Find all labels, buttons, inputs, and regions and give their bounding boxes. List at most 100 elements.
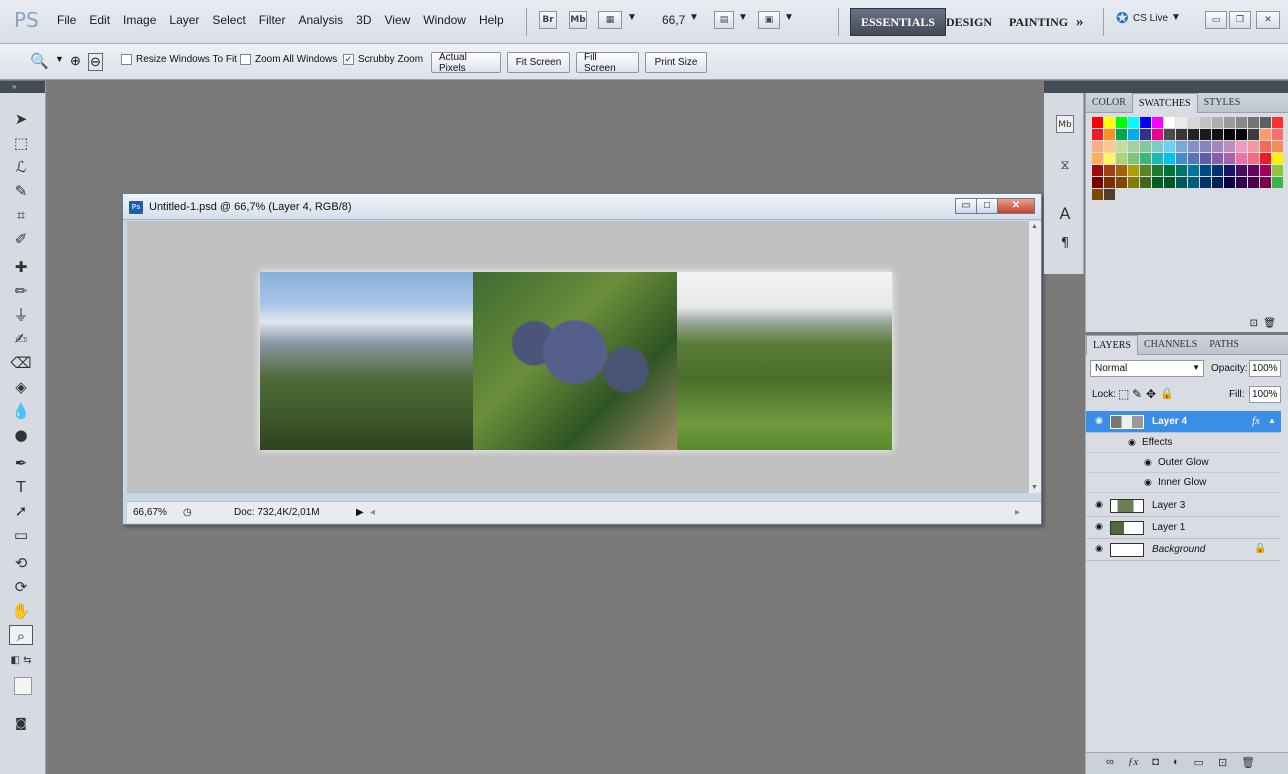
checkbox-icon[interactable] <box>121 54 132 65</box>
add-mask-icon[interactable]: ◘ <box>1152 756 1159 774</box>
visibility-eye-icon[interactable]: ◉ <box>1144 457 1152 468</box>
color-swatch[interactable] <box>1212 165 1223 176</box>
arrange-documents-icon[interactable]: ▤ <box>714 11 734 29</box>
visibility-eye-icon[interactable]: ◉ <box>1144 477 1152 488</box>
color-swatch[interactable] <box>1224 129 1235 140</box>
actual-pixels-button[interactable]: Actual Pixels <box>431 52 501 74</box>
color-swatch[interactable] <box>1116 141 1127 152</box>
color-swatch[interactable] <box>1272 153 1283 164</box>
color-swatch[interactable] <box>1092 141 1103 152</box>
marquee-tool-icon[interactable]: ⬚ <box>9 133 33 153</box>
visibility-eye-icon[interactable]: ◉ <box>1092 521 1106 534</box>
color-swatch[interactable] <box>1152 141 1163 152</box>
color-swatch[interactable] <box>1128 177 1139 188</box>
menu-file[interactable]: File <box>57 13 76 27</box>
zoom-out-icon[interactable]: ⊖ <box>88 53 103 71</box>
close-window-button[interactable]: ✕ <box>997 198 1035 214</box>
color-swatch[interactable] <box>1104 189 1115 200</box>
eraser-tool-icon[interactable]: ⌫ <box>9 353 33 373</box>
color-swatch[interactable] <box>1260 153 1271 164</box>
scroll-right-icon[interactable]: ▸ <box>1015 507 1020 518</box>
layer-row[interactable]: ◉ Background 🔒 <box>1086 539 1281 561</box>
color-swatch[interactable] <box>1248 141 1259 152</box>
color-swatch[interactable] <box>1200 117 1211 128</box>
color-swatch[interactable] <box>1104 165 1115 176</box>
color-swatch[interactable] <box>1272 117 1283 128</box>
layer-row[interactable]: ◉ Layer 3 <box>1086 495 1281 517</box>
color-swatch[interactable] <box>1200 141 1211 152</box>
lasso-tool-icon[interactable]: ℒ <box>9 157 33 177</box>
tab-layers[interactable]: LAYERS <box>1086 335 1138 355</box>
color-swatch[interactable] <box>1260 177 1271 188</box>
chevron-down-icon[interactable]: ▼ <box>627 12 637 23</box>
minibridge-panel-icon[interactable]: Mb <box>1056 115 1074 133</box>
color-swatch[interactable] <box>1224 177 1235 188</box>
zoom-level-value[interactable]: 66,7 <box>662 13 685 27</box>
color-swatch[interactable] <box>1248 117 1259 128</box>
color-swatch[interactable] <box>1236 141 1247 152</box>
hand-tool-icon[interactable]: ✋ <box>9 601 33 621</box>
color-swatch[interactable] <box>1092 117 1103 128</box>
opacity-field[interactable]: 100% <box>1249 360 1281 377</box>
layer-name[interactable]: Background <box>1152 544 1205 555</box>
move-tool-icon[interactable]: ➤ <box>9 109 33 129</box>
color-swatch[interactable] <box>1188 129 1199 140</box>
screen-mode-icon[interactable]: ▣ <box>758 11 780 29</box>
color-swatch[interactable] <box>1140 141 1151 152</box>
chevron-down-icon[interactable]: ▼ <box>55 54 64 64</box>
zoom-tool-icon[interactable]: ⌕ <box>9 625 33 645</box>
color-swatch[interactable] <box>1212 153 1223 164</box>
workspace-design[interactable]: DESIGN <box>936 8 1002 36</box>
status-menu-arrow-icon[interactable]: ▶ <box>356 507 364 518</box>
color-swatch[interactable] <box>1236 165 1247 176</box>
color-swatch[interactable] <box>1116 117 1127 128</box>
trash-icon[interactable]: 🗑 <box>1241 756 1255 774</box>
tab-styles[interactable]: STYLES <box>1198 93 1247 113</box>
fit-screen-button[interactable]: Fit Screen <box>507 52 570 73</box>
maximize-window-button[interactable]: □ <box>976 198 998 214</box>
panel-collapse-icon[interactable]: » <box>0 81 45 93</box>
menu-layer[interactable]: Layer <box>169 13 199 27</box>
brush-tool-icon[interactable]: ✏ <box>9 281 33 301</box>
lock-all-icon[interactable]: 🔒 <box>1160 387 1174 400</box>
zoom-all-windows-checkbox[interactable]: Zoom All Windows <box>240 54 337 65</box>
color-swatch[interactable] <box>1248 165 1259 176</box>
history-brush-tool-icon[interactable]: ✍ <box>9 329 33 349</box>
close-app-button[interactable]: ✕ <box>1256 11 1280 29</box>
color-swatch[interactable] <box>1236 177 1247 188</box>
color-swatch[interactable] <box>1260 141 1271 152</box>
quick-selection-tool-icon[interactable]: ✎ <box>9 181 33 201</box>
menu-analysis[interactable]: Analysis <box>298 13 343 27</box>
more-workspaces-button[interactable]: » <box>1066 8 1094 36</box>
effect-row[interactable]: ◉ Outer Glow <box>1086 453 1281 473</box>
color-swatch[interactable] <box>1128 129 1139 140</box>
view-extras-icon[interactable]: ▦ <box>598 11 622 29</box>
color-swatch[interactable] <box>1236 153 1247 164</box>
crop-tool-icon[interactable]: ⌗ <box>9 205 33 225</box>
new-swatch-icon[interactable]: ⊡ <box>1250 318 1258 329</box>
color-swatch[interactable] <box>1116 165 1127 176</box>
color-swatch[interactable] <box>1212 117 1223 128</box>
color-swatch[interactable] <box>1128 153 1139 164</box>
color-swatch[interactable] <box>1188 165 1199 176</box>
add-style-icon[interactable]: ƒx <box>1128 756 1138 774</box>
paint-bucket-tool-icon[interactable]: ◈ <box>9 377 33 397</box>
color-swatch[interactable] <box>1140 165 1151 176</box>
menu-image[interactable]: Image <box>123 13 156 27</box>
color-swatch[interactable] <box>1092 129 1103 140</box>
color-swatch[interactable] <box>1188 177 1199 188</box>
restore-app-button[interactable]: ❐ <box>1229 11 1251 29</box>
new-layer-icon[interactable]: ⊡ <box>1218 756 1227 774</box>
color-swatch[interactable] <box>1200 165 1211 176</box>
fill-field[interactable]: 100% <box>1249 386 1281 403</box>
color-swatch[interactable] <box>1272 165 1283 176</box>
color-swatch[interactable] <box>1260 165 1271 176</box>
scroll-down-icon[interactable]: ▼ <box>1031 484 1038 491</box>
character-panel-icon[interactable]: A <box>1056 205 1074 223</box>
color-swatch[interactable] <box>1236 117 1247 128</box>
color-swatch[interactable] <box>1140 177 1151 188</box>
minimize-window-button[interactable]: ▭ <box>955 198 977 214</box>
scrubby-zoom-checkbox[interactable]: ✓ Scrubby Zoom <box>343 54 423 65</box>
status-info-icon[interactable]: ◷ <box>183 507 192 518</box>
3d-orbit-tool-icon[interactable]: ⟳ <box>9 577 33 597</box>
